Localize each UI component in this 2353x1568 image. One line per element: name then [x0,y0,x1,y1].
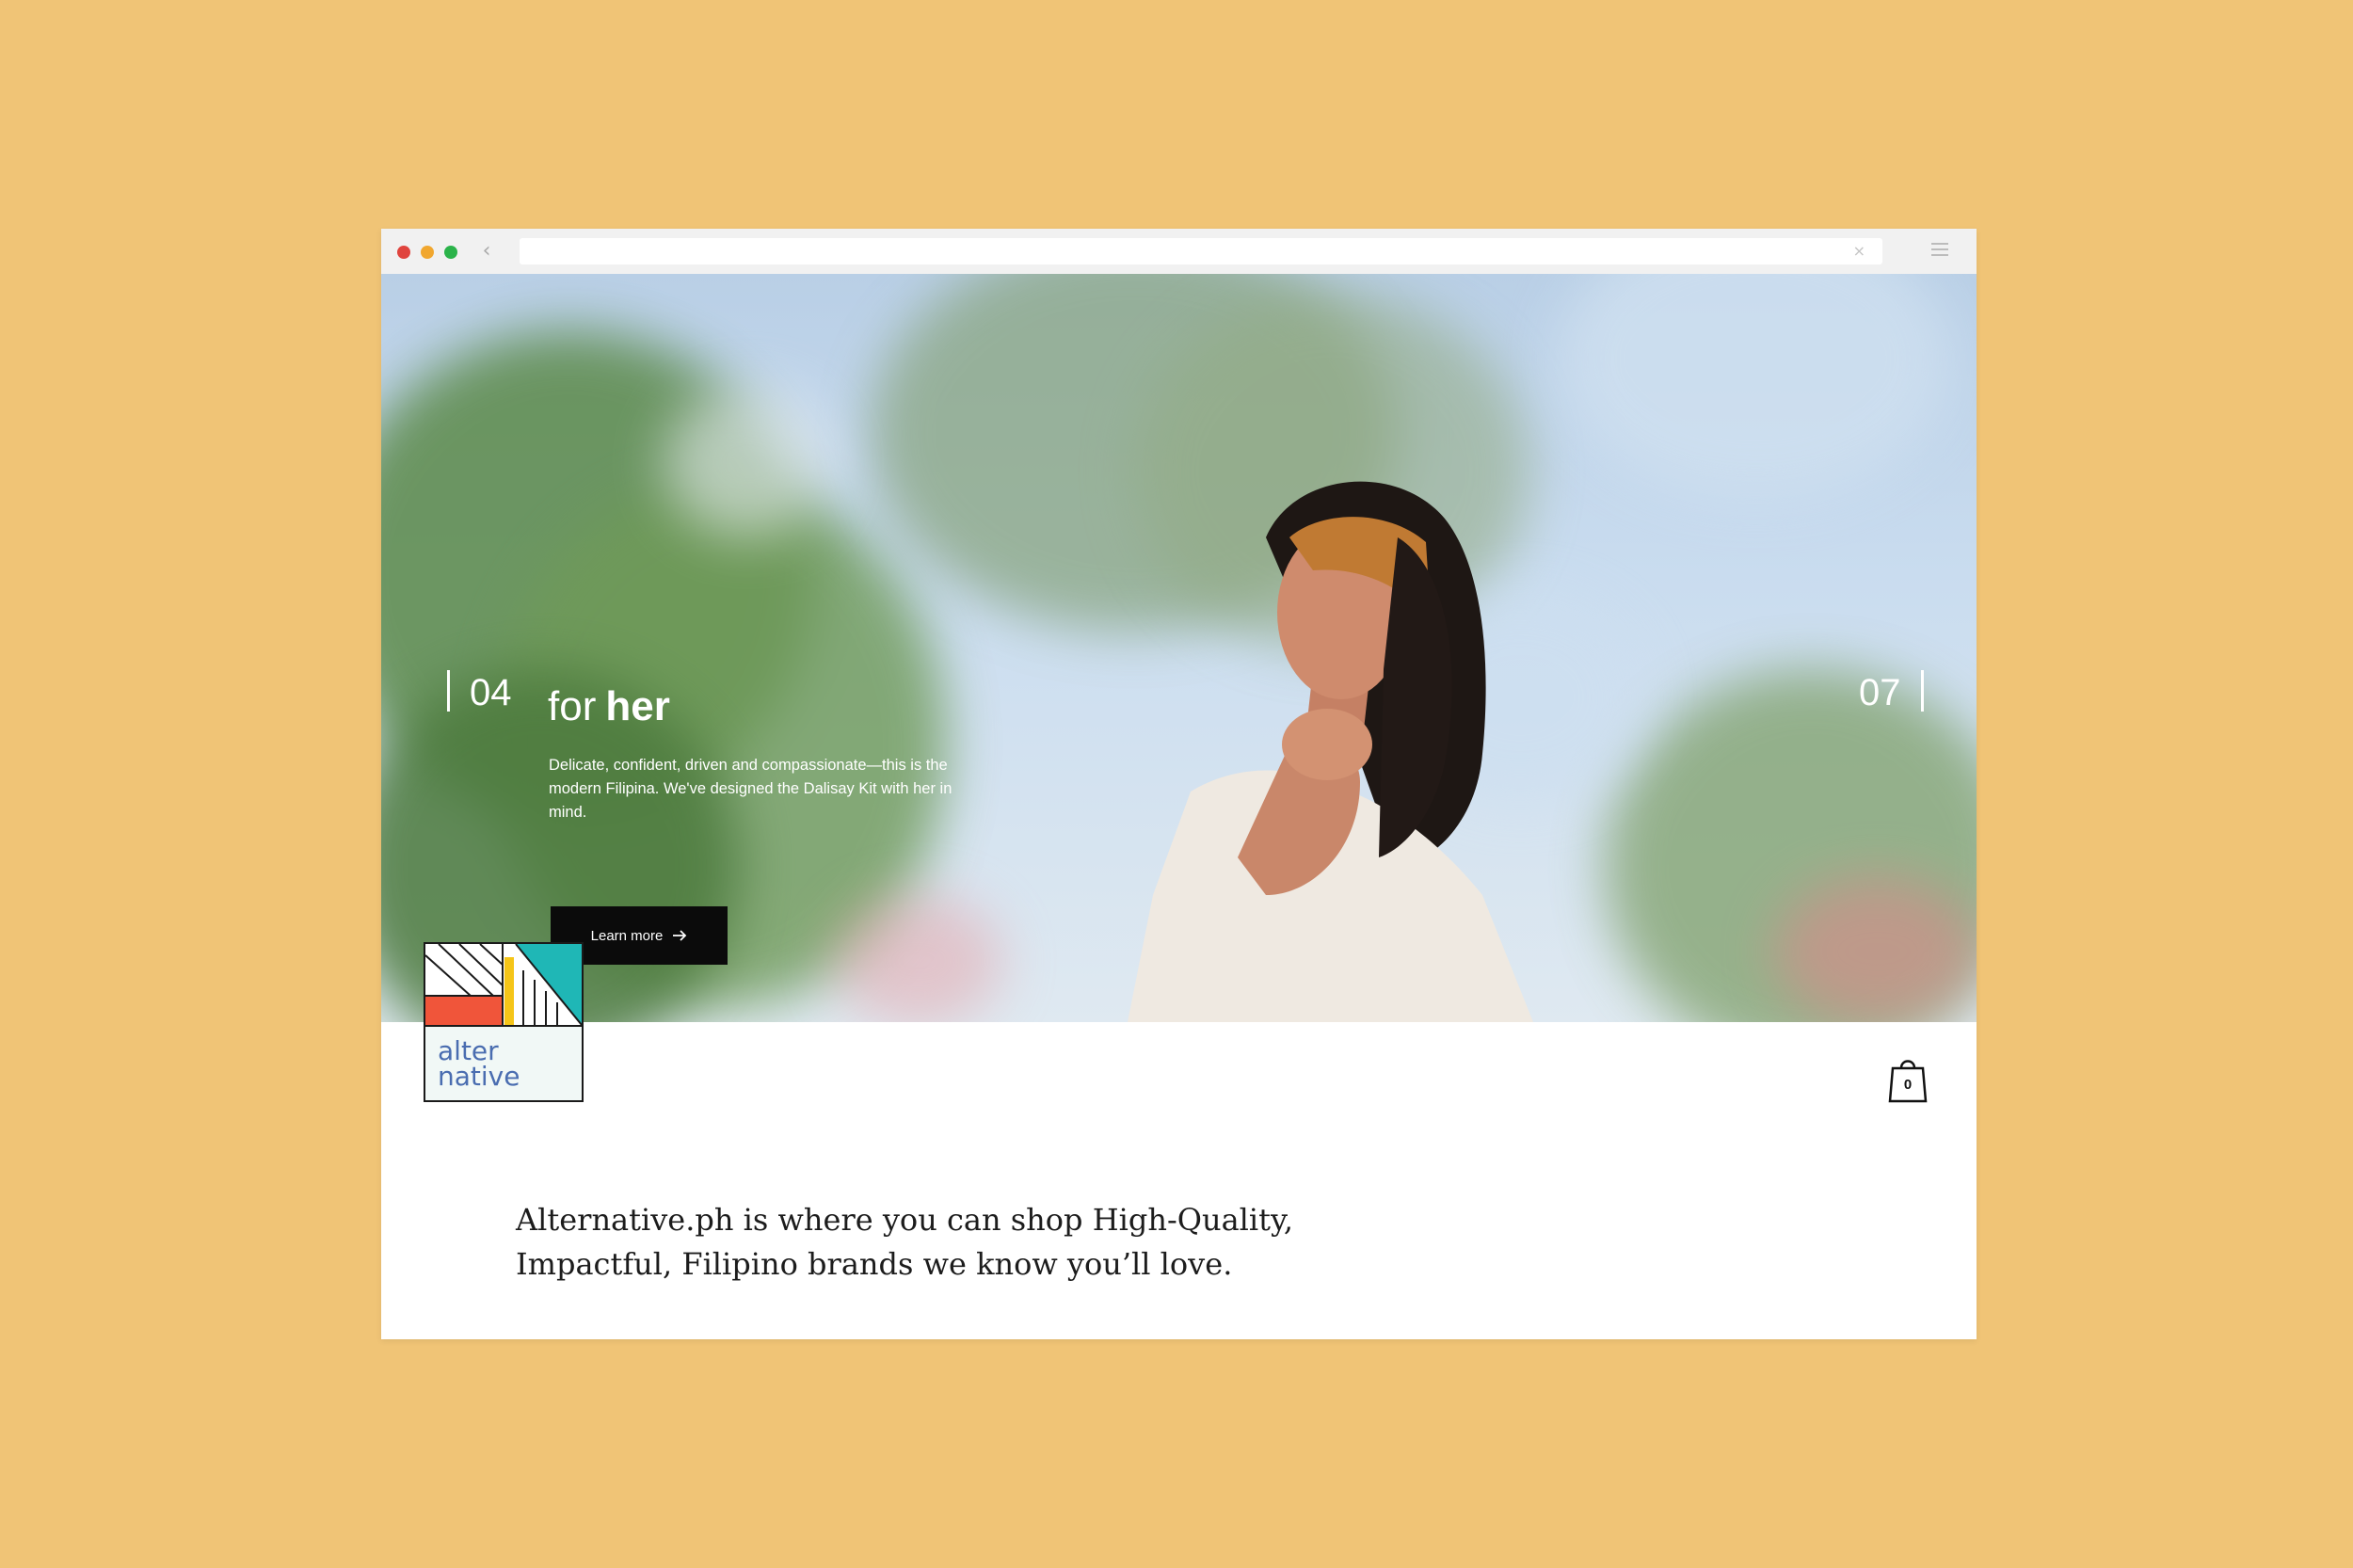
tagline-line-1: Alternative.ph is where you can shop Hig… [516,1202,1293,1238]
logo-line-2: native [438,1061,520,1092]
alternative-logo[interactable]: alter native [424,942,584,1102]
logo-line-1: alter [438,1035,499,1066]
hamburger-icon[interactable] [1931,243,1948,260]
arrow-right-icon [673,930,687,941]
hero-banner: 04 07 for her Delicate, confident, driven… [381,274,1977,1022]
clear-url-icon[interactable]: × [1853,242,1865,261]
hero-title-bold: her [605,683,670,729]
logo-textbox: alter native [425,1025,582,1100]
logo-graphic [425,944,582,1025]
browser-toolbar: ‹ × [381,229,1977,275]
hero-description: Delicate, confident, driven and compassi… [549,757,952,821]
close-window-button[interactable] [397,246,410,259]
site-tagline: Alternative.ph is where you can shop Hig… [516,1198,1363,1287]
learn-more-label: Learn more [590,927,664,944]
cart-button[interactable]: 0 [1887,1054,1929,1103]
address-bar[interactable]: × [520,238,1882,264]
chevron-left-icon[interactable]: ‹ [477,240,496,263]
minimize-window-button[interactable] [421,246,434,259]
cart-count: 0 [1903,1077,1913,1093]
tagline-line-2: Impactful, Filipino brands we know you’l… [516,1246,1233,1282]
maximize-window-button[interactable] [444,246,457,259]
logo-wordmark: alter native [438,1035,520,1092]
slide-current-number: 04 [447,670,512,712]
browser-window: ‹ × 04 07 for her Delicate, confident, d… [381,229,1977,1339]
hero-title-light: for [548,683,597,729]
slide-total-number: 07 [1859,670,1924,712]
hero-title: for her [548,682,670,731]
model-photo [1128,481,1533,1022]
